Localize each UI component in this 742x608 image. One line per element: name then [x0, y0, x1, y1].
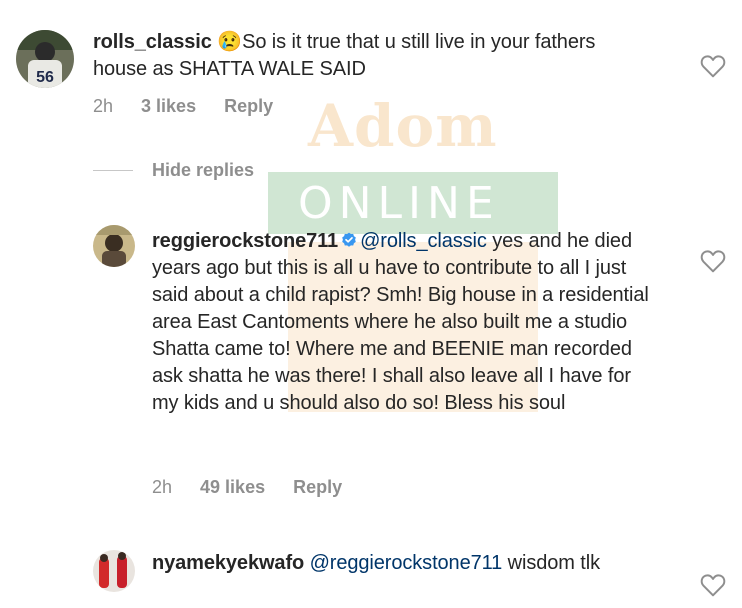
comment-text: rolls_classic 😢So is it true that u stil… — [93, 29, 653, 83]
comment-username[interactable]: rolls_classic — [93, 31, 212, 53]
comment-meta: 2h 49 likes Reply — [152, 477, 370, 498]
comment-username[interactable]: nyamekyekwafo — [152, 552, 304, 574]
verified-badge-icon — [342, 232, 356, 247]
avatar[interactable] — [93, 225, 135, 267]
comment-text: reggierockstone711 @rolls_classic yes and… — [152, 228, 662, 417]
avatar[interactable] — [93, 550, 135, 592]
comment-likes[interactable]: 3 likes — [141, 96, 196, 116]
avatar-jersey-number: 56 — [36, 69, 54, 86]
reply-button[interactable]: Reply — [224, 96, 273, 116]
comment-username[interactable]: reggierockstone711 — [152, 230, 338, 252]
comment-body: wisdom tlk — [502, 552, 600, 574]
comment-likes[interactable]: 49 likes — [200, 477, 265, 497]
comment-meta: 2h 3 likes Reply — [93, 96, 301, 117]
comment-body: yes and he died years ago but this is al… — [152, 230, 649, 414]
watermark-online-text: ONLINE — [298, 178, 500, 229]
hide-replies-line — [93, 170, 133, 171]
comment-time: 2h — [152, 477, 173, 497]
reply-button[interactable]: Reply — [293, 477, 342, 497]
comment-text: nyamekyekwafo @reggierockstone711 wisdom… — [152, 550, 662, 577]
comment-mention[interactable]: @reggierockstone711 — [310, 552, 503, 574]
heart-icon[interactable] — [700, 249, 726, 273]
watermark-adom-text: Adom — [308, 92, 498, 160]
hide-replies-button[interactable]: Hide replies — [152, 160, 254, 181]
avatar[interactable]: 56 — [16, 30, 74, 88]
heart-icon[interactable] — [700, 54, 726, 78]
heart-icon[interactable] — [700, 573, 726, 597]
comment-mention[interactable]: @rolls_classic — [360, 230, 487, 252]
comment-time: 2h — [93, 96, 114, 116]
crying-emoji-icon: 😢 — [217, 31, 243, 53]
watermark-bar — [268, 172, 558, 234]
